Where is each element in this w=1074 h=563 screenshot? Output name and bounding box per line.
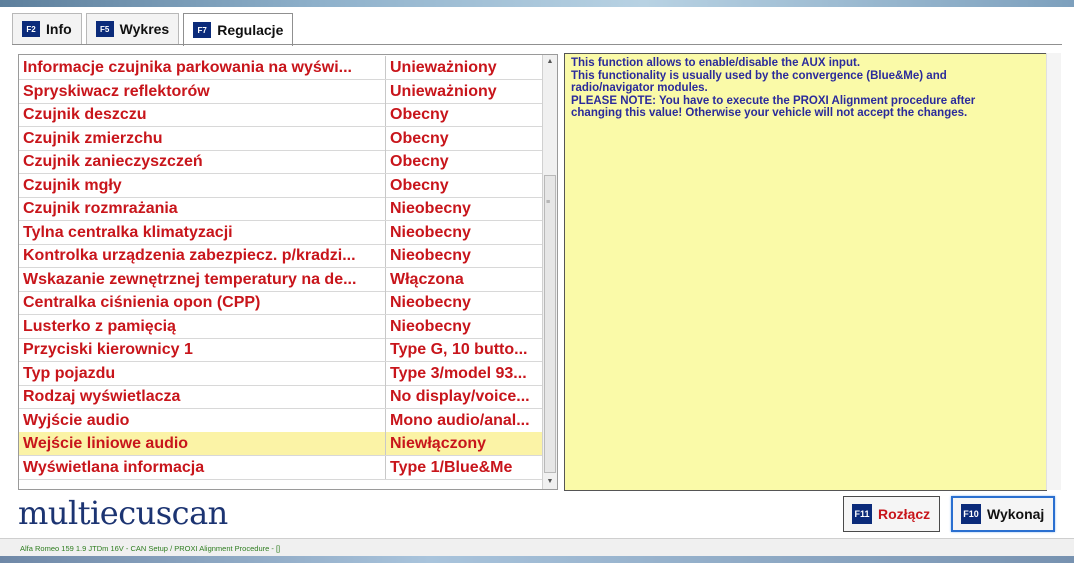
f5-key-icon: F5 [95,21,114,37]
setting-value[interactable]: Obecny [385,103,543,126]
description-text: This function allows to enable/disable t… [571,57,1021,120]
description-line: This functionality is usually used by th… [571,69,947,82]
setting-value[interactable]: Unieważniony [385,79,543,103]
setting-name: Centralka ciśnienia opon (CPP) [23,294,261,311]
table-row[interactable]: Tylna centralka klimatyzacji Nieobecny [19,220,543,245]
table-row[interactable]: Centralka ciśnienia opon (CPP) Nieobecny [19,291,543,315]
setting-value[interactable]: Nieobecny [385,244,543,267]
setting-name: Wyjście audio [23,411,130,429]
table-row[interactable]: Czujnik zmierzchu Obecny [19,126,543,151]
setting-value[interactable]: Unieważniony [385,56,543,79]
scroll-grip-icon: ≡ [546,199,551,206]
status-bar: Alfa Romeo 159 1.9 JTDm 16V - CAN Setup … [0,538,1074,557]
table-row[interactable]: Czujnik mgły Obecny [19,173,543,198]
setting-value[interactable]: No display/voice... [385,385,543,408]
setting-value[interactable]: Mono audio/anal... [385,408,543,432]
tab-panel-border [12,44,1062,45]
table-row[interactable]: Wejście liniowe audio Niewłączony [19,432,543,456]
setting-value[interactable]: Nieobecny [385,314,543,338]
setting-value[interactable]: Obecny [385,150,543,173]
table-row[interactable]: Rodzaj wyświetlacza No display/voice... [19,385,543,409]
setting-value[interactable]: Nieobecny [385,197,543,220]
scroll-down-icon[interactable]: ▼ [543,475,557,489]
f11-key-icon: F11 [852,504,872,524]
setting-name: Czujnik deszczu [23,106,147,123]
description-line: changing this value! Otherwise your vehi… [571,107,968,119]
table-row[interactable]: Wyjście audio Mono audio/anal... [19,408,543,433]
setting-value[interactable]: Type G, 10 butto... [385,338,543,361]
multiecuscan-logo: multiecuscan [18,494,228,532]
description-panel: This function allows to enable/disable t… [564,53,1047,491]
table-row[interactable]: Wskazanie zewnętrznej temperatury na de.… [19,267,543,292]
tab-regulacje[interactable]: F7 Regulacje [183,13,294,46]
setting-value[interactable]: Type 1/Blue&Me [385,455,543,479]
setting-name: Typ pojazdu [23,364,116,382]
table-row[interactable]: Przyciski kierownicy 1 Type G, 10 butto..… [19,338,543,362]
setting-name: Tylna centralka klimatyzacji [23,223,233,241]
setting-value[interactable]: Obecny [385,126,543,150]
scroll-up-icon[interactable]: ▲ [543,55,557,69]
setting-value[interactable]: Niewłączony [385,432,543,455]
setting-name: Spryskiwacz reflektorów [23,82,210,100]
status-text: Alfa Romeo 159 1.9 JTDm 16V - CAN Setup … [20,544,281,553]
execute-button[interactable]: F10 Wykonaj [951,496,1055,532]
setting-name: Wskazanie zewnętrznej temperatury na de.… [23,270,357,288]
table-row[interactable]: Informacje czujnika parkowania na wyświ.… [19,56,543,80]
description-line: PLEASE NOTE: You have to execute the PRO… [571,94,976,107]
setting-name: Czujnik zanieczyszczeń [23,153,203,170]
table-row[interactable]: Kontrolka urządzenia zabezpiecz. p/kradz… [19,244,543,268]
scrollbar-thumb[interactable] [544,175,556,473]
setting-name: Wyświetlana informacja [23,458,205,476]
setting-value[interactable]: Nieobecny [385,220,543,244]
tab-wykres-label: Wykres [119,21,170,37]
table-row[interactable]: Spryskiwacz reflektorów Unieważniony [19,79,543,104]
tab-bar: F2 Info F5 Wykres F7 Regulacje [12,13,294,46]
setting-name: Czujnik zmierzchu [23,129,163,147]
description-line: This function allows to enable/disable t… [571,57,861,69]
table-row[interactable]: Czujnik zanieczyszczeń Obecny [19,150,543,174]
window-top-border [0,0,1074,7]
execute-button-label: Wykonaj [987,506,1045,522]
setting-name: Wejście liniowe audio [23,435,189,452]
f2-key-icon: F2 [22,21,40,37]
table-row[interactable]: Czujnik deszczu Obecny [19,103,543,127]
table-row[interactable]: Czujnik rozmrażania Nieobecny [19,197,543,221]
setting-name: Rodzaj wyświetlacza [23,388,181,405]
setting-value[interactable]: Type 3/model 93... [385,361,543,385]
disconnect-button[interactable]: F11 Rozłącz [843,496,940,532]
setting-name: Informacje czujnika parkowania na wyświ.… [23,59,352,76]
tab-regulacje-label: Regulacje [217,22,284,38]
description-line: radio/navigator modules. [571,82,708,94]
disconnect-button-label: Rozłącz [878,506,931,522]
setting-name: Lusterko z pamięcią [23,317,176,335]
tab-wykres[interactable]: F5 Wykres [85,13,180,44]
tab-info[interactable]: F2 Info [12,13,82,44]
setting-name: Przyciski kierownicy 1 [23,341,193,358]
setting-name: Kontrolka urządzenia zabezpiecz. p/kradz… [23,247,356,264]
description-scrollbar[interactable] [1046,53,1061,490]
setting-value[interactable]: Nieobecny [385,291,543,314]
list-scrollbar[interactable]: ▲ ≡ ▼ [542,55,557,489]
f10-key-icon: F10 [961,504,981,524]
setting-value[interactable]: Obecny [385,173,543,197]
f7-key-icon: F7 [193,22,212,38]
taskbar [0,556,1074,563]
table-row[interactable]: Wyświetlana informacja Type 1/Blue&Me [19,455,543,480]
tab-info-label: Info [46,21,72,37]
setting-value[interactable]: Włączona [385,267,543,291]
table-row[interactable]: Typ pojazdu Type 3/model 93... [19,361,543,386]
setting-name: Czujnik rozmrażania [23,200,178,217]
setting-name: Czujnik mgły [23,176,122,194]
settings-list: Informacje czujnika parkowania na wyświ.… [18,54,558,490]
table-row[interactable]: Lusterko z pamięcią Nieobecny [19,314,543,339]
